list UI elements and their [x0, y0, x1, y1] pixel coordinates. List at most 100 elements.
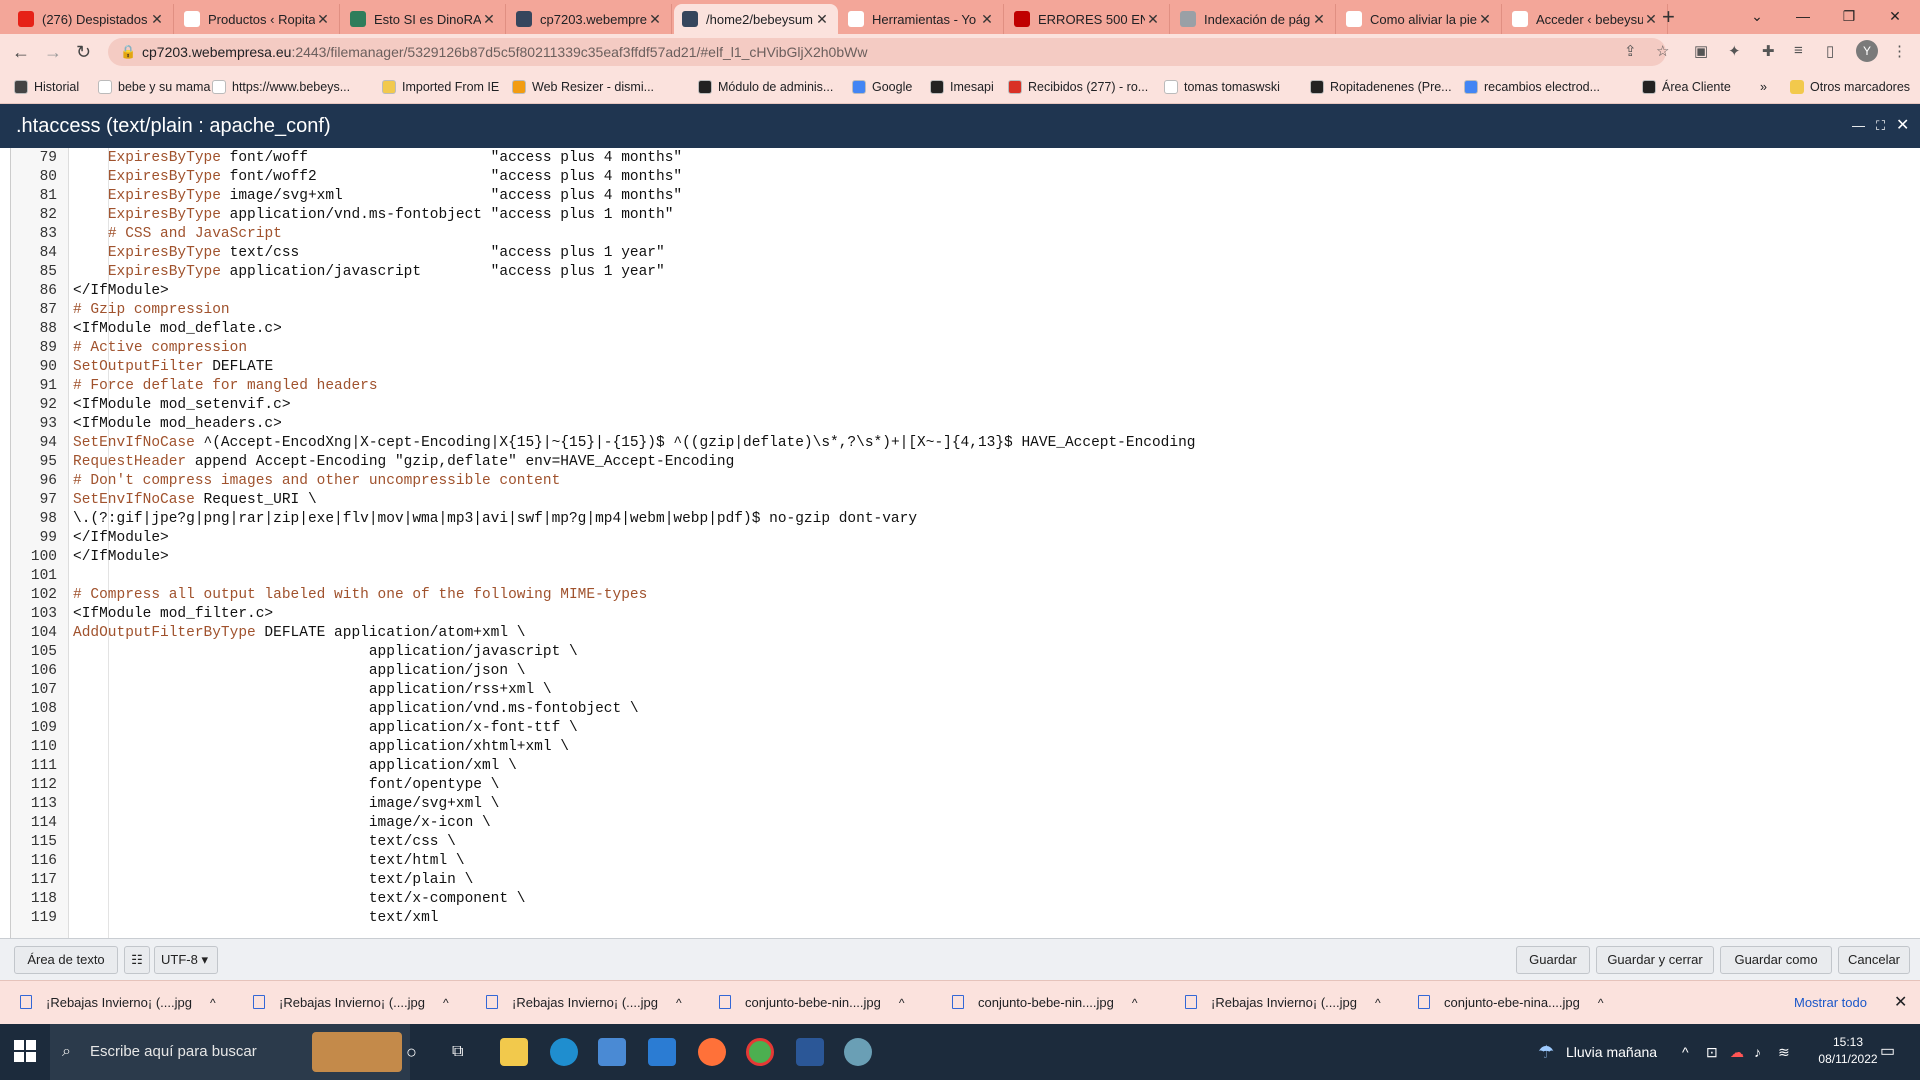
bookmark-item[interactable]: Área Cliente: [1642, 70, 1731, 104]
maximize-button[interactable]: ❐: [1826, 0, 1872, 32]
chevron-up-icon[interactable]: ^: [1375, 996, 1381, 1010]
code-line[interactable]: 85 ExpiresByType application/javascript …: [11, 263, 1196, 282]
code-line[interactable]: 88 <IfModule mod_deflate.c>: [11, 320, 1196, 339]
tab-search-icon[interactable]: ⌄: [1734, 0, 1780, 32]
code-line[interactable]: 93 <IfModule mod_headers.c>: [11, 415, 1196, 434]
tab-close-icon[interactable]: ✕: [814, 11, 830, 28]
media-icon[interactable]: ≡: [1794, 42, 1803, 59]
tab-close-icon[interactable]: ✕: [315, 11, 331, 28]
lock-icon[interactable]: 🔒: [120, 38, 136, 66]
code-line[interactable]: 95 RequestHeader append Accept-Encoding "…: [11, 453, 1196, 472]
app-icon[interactable]: [844, 1038, 872, 1066]
code-line[interactable]: 114 image/x-icon \: [11, 814, 1196, 833]
other-bookmarks[interactable]: Otros marcadores: [1790, 70, 1910, 104]
browser-tab[interactable]: Indexación de pág ✕: [1172, 4, 1336, 34]
code-line[interactable]: 87 # Gzip compression: [11, 301, 1196, 320]
bookmark-item[interactable]: https://www.bebeys...: [212, 70, 350, 104]
volume-icon[interactable]: ♪: [1754, 1024, 1761, 1080]
download-item[interactable]: ¡Rebajas Invierno¡ (....jpg ^: [1185, 981, 1381, 1025]
code-line[interactable]: 115 text/css \: [11, 833, 1196, 852]
bookmark-item[interactable]: Módulo de adminis...: [698, 70, 833, 104]
word-icon[interactable]: [796, 1038, 824, 1066]
browser-tab[interactable]: Productos ‹ Ropita ✕: [176, 4, 340, 34]
download-item[interactable]: conjunto-ebe-nina....jpg ^: [1418, 981, 1604, 1025]
code-line[interactable]: 79 ExpiresByType font/woff "access plus …: [11, 149, 1196, 168]
tray-chevron-icon[interactable]: ^: [1682, 1024, 1689, 1080]
download-item[interactable]: ¡Rebajas Invierno¡ (....jpg ^: [20, 981, 216, 1025]
code-line[interactable]: 105 application/javascript \: [11, 643, 1196, 662]
cancel-button[interactable]: Cancelar: [1838, 946, 1910, 974]
code-line[interactable]: 113 image/svg+xml \: [11, 795, 1196, 814]
reload-icon[interactable]: ↻: [76, 42, 91, 63]
browser-tab[interactable]: Herramientas - Yo ✕: [840, 4, 1004, 34]
cortana-icon[interactable]: ○: [406, 1024, 417, 1080]
dialog-minimize-icon[interactable]: —: [1852, 104, 1865, 148]
code-line[interactable]: 109 application/x-font-ttf \: [11, 719, 1196, 738]
menu-icon[interactable]: ⋮: [1892, 42, 1907, 60]
code-line[interactable]: 110 application/xhtml+xml \: [11, 738, 1196, 757]
code-line[interactable]: 108 application/vnd.ms-fontobject \: [11, 700, 1196, 719]
network-icon[interactable]: ⊡: [1706, 1024, 1718, 1080]
close-window-button[interactable]: ✕: [1872, 0, 1918, 32]
bookmark-item[interactable]: Imported From IE: [382, 70, 499, 104]
code-line[interactable]: 101: [11, 567, 1196, 586]
weather-icon[interactable]: ☂: [1538, 1024, 1554, 1080]
mail-icon[interactable]: [648, 1038, 676, 1066]
code-line[interactable]: 102 # Compress all output labeled with on…: [11, 586, 1196, 605]
minimize-button[interactable]: —: [1780, 0, 1826, 32]
code-line[interactable]: 96 # Don't compress images and other unco…: [11, 472, 1196, 491]
tab-close-icon[interactable]: ✕: [1145, 11, 1161, 28]
tab-close-icon[interactable]: ✕: [1311, 11, 1327, 28]
download-item[interactable]: ¡Rebajas Invierno¡ (....jpg ^: [253, 981, 449, 1025]
code-line[interactable]: 104 AddOutputFilterByType DEFLATE applica…: [11, 624, 1196, 643]
browser-tab[interactable]: Acceder ‹ bebeysu ✕: [1504, 4, 1668, 34]
download-item[interactable]: ¡Rebajas Invierno¡ (....jpg ^: [486, 981, 682, 1025]
code-line[interactable]: 92 <IfModule mod_setenvif.c>: [11, 396, 1196, 415]
bookmark-item[interactable]: Historial: [14, 70, 79, 104]
bookmarks-more-icon[interactable]: »: [1760, 70, 1767, 104]
edge-icon[interactable]: [550, 1038, 578, 1066]
code-line[interactable]: 83 # CSS and JavaScript: [11, 225, 1196, 244]
bookmark-item[interactable]: Imesapi: [930, 70, 994, 104]
dialog-close-icon[interactable]: ✕: [1896, 104, 1909, 148]
notifications-icon[interactable]: ▭: [1880, 1024, 1895, 1080]
chevron-up-icon[interactable]: ^: [1132, 996, 1138, 1010]
code-line[interactable]: 119 text/xml: [11, 909, 1196, 928]
chrome-icon[interactable]: [746, 1038, 774, 1066]
browser-tab[interactable]: ERRORES 500 EN P✕: [1006, 4, 1170, 34]
chevron-up-icon[interactable]: ^: [676, 996, 682, 1010]
sliders-icon[interactable]: ☷: [124, 946, 150, 974]
bookmark-item[interactable]: Google: [852, 70, 912, 104]
code-line[interactable]: 94 SetEnvIfNoCase ^(Accept-EncodXng|X-cep…: [11, 434, 1196, 453]
taskbar-search-input[interactable]: ⌕ Escribe aquí para buscar: [50, 1024, 410, 1080]
tab-close-icon[interactable]: ✕: [149, 11, 165, 28]
extension-icon[interactable]: ▣: [1694, 42, 1708, 60]
code-line[interactable]: 98 \.(?:gif|jpe?g|png|rar|zip|exe|flv|mov…: [11, 510, 1196, 529]
new-tab-button[interactable]: +: [1662, 4, 1675, 30]
save-as-button[interactable]: Guardar como: [1720, 946, 1832, 974]
tab-close-icon[interactable]: ✕: [647, 11, 663, 28]
bookmark-star-icon[interactable]: ☆: [1656, 42, 1669, 60]
tab-close-icon[interactable]: ✕: [979, 11, 995, 28]
browser-tab[interactable]: /home2/bebeysum ✕: [674, 4, 838, 34]
code-line[interactable]: 99 </IfModule>: [11, 529, 1196, 548]
puzzle-icon[interactable]: ✚: [1762, 42, 1775, 60]
tab-close-icon[interactable]: ✕: [1643, 11, 1659, 28]
profile-avatar[interactable]: Y: [1856, 40, 1878, 62]
save-close-button[interactable]: Guardar y cerrar: [1596, 946, 1714, 974]
weather-text[interactable]: Lluvia mañana: [1566, 1024, 1657, 1080]
textarea-button[interactable]: Área de texto: [14, 946, 118, 974]
store-icon[interactable]: [598, 1038, 626, 1066]
share-icon[interactable]: ⇪: [1624, 42, 1637, 60]
chevron-up-icon[interactable]: ^: [899, 996, 905, 1010]
browser-tab[interactable]: (276) Despistados ✕: [10, 4, 174, 34]
translate-icon[interactable]: ✦: [1728, 42, 1741, 60]
code-line[interactable]: 112 font/opentype \: [11, 776, 1196, 795]
code-line[interactable]: 91 # Force deflate for mangled headers: [11, 377, 1196, 396]
code-line[interactable]: 118 text/x-component \: [11, 890, 1196, 909]
show-all-downloads-link[interactable]: Mostrar todo: [1794, 981, 1867, 1025]
code-line[interactable]: 86 </IfModule>: [11, 282, 1196, 301]
task-view-icon[interactable]: ⧉: [452, 1024, 463, 1080]
code-line[interactable]: 84 ExpiresByType text/css "access plus 1…: [11, 244, 1196, 263]
chevron-up-icon[interactable]: ^: [443, 996, 449, 1010]
